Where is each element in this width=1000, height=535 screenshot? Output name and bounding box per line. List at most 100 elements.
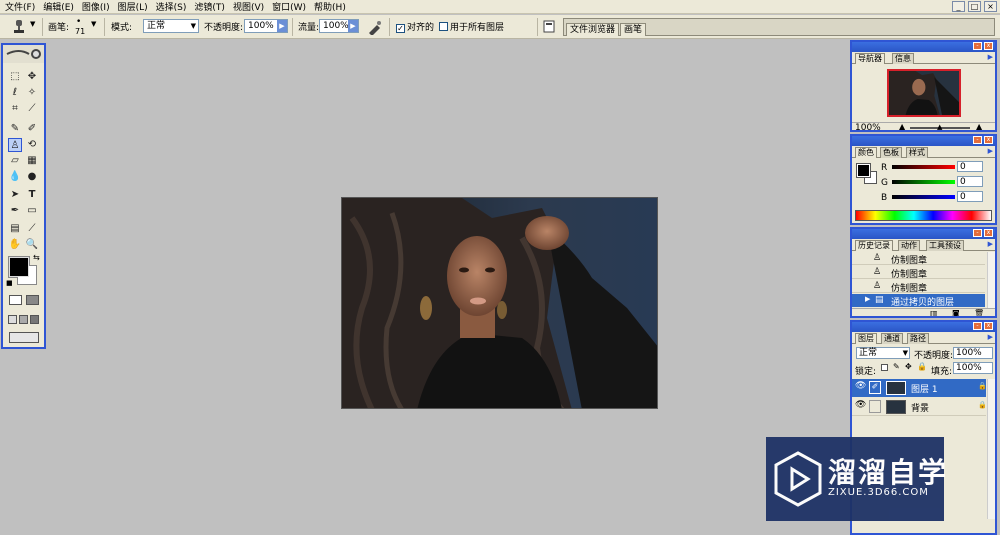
tab-tool-presets[interactable]: 工具预设 [926,240,964,251]
layer-row-selected[interactable]: 👁 ✐ 图层 1 🔒 [852,379,987,397]
panel-minimize-icon[interactable]: - [973,136,982,144]
clone-stamp-tool-icon[interactable]: ♙ [8,138,22,152]
quick-mask-mode-icon[interactable] [26,295,39,305]
r-input[interactable]: 0 [957,161,983,172]
type-tool-icon[interactable]: T [25,188,39,202]
eyedropper-tool-icon[interactable]: ⟋ [25,222,39,236]
menu-select[interactable]: 选择(S) [156,0,187,13]
magic-wand-tool-icon[interactable]: ✧ [25,86,39,100]
shape-tool-icon[interactable]: ▭ [25,204,39,218]
mode-select[interactable]: 正常 ▼ [143,19,199,33]
hand-tool-icon[interactable]: ✋ [8,238,22,252]
layer-opacity-input[interactable]: 100% [953,347,993,359]
slice-tool-icon[interactable]: ⟋ [25,102,39,116]
brush-tool-icon[interactable]: ✐ [25,122,39,136]
history-item[interactable]: ♙ 仿制图章 [852,266,985,280]
navigator-titlebar[interactable]: -x [852,42,995,52]
panel-menu-icon[interactable]: ▶ [988,147,993,155]
marquee-tool-icon[interactable]: ⬚ [8,70,22,84]
menu-view[interactable]: 视图(V) [233,0,264,13]
color-fg-swatch[interactable] [856,163,871,178]
tab-swatches[interactable]: 色板 [880,147,902,158]
brush-dropdown-icon[interactable]: ▼ [91,20,96,28]
close-button[interactable]: × [984,1,997,12]
history-titlebar[interactable]: -x [852,229,995,239]
color-spectrum-bar[interactable] [855,210,992,221]
minimize-button[interactable]: _ [952,1,965,12]
b-input[interactable]: 0 [957,191,983,202]
all-layers-checkbox[interactable]: 用于所有图层 [439,20,504,33]
panel-menu-icon[interactable]: ▶ [988,333,993,341]
lasso-tool-icon[interactable]: ℓ [8,86,22,100]
layers-scrollbar[interactable] [987,379,995,519]
swap-colors-icon[interactable]: ⇆ [33,253,40,262]
b-slider[interactable] [892,195,955,199]
maximize-button[interactable]: □ [968,1,981,12]
move-tool-icon[interactable]: ✥ [25,70,39,84]
foreground-color-chip[interactable] [9,257,29,277]
tab-history[interactable]: 历史记录 [855,240,893,251]
menu-edit[interactable]: 编辑(E) [43,0,74,13]
aligned-checkbox[interactable]: ✓ 对齐的 [396,20,434,33]
eye-icon[interactable]: 👁 [855,381,866,391]
zoom-tool-icon[interactable]: 🔍 [25,238,39,252]
pen-tool-icon[interactable]: ✒ [8,204,22,218]
g-slider[interactable] [892,180,955,184]
menu-layer[interactable]: 图层(L) [118,0,148,13]
lock-all-icon[interactable]: 🔒 [917,362,927,371]
g-input[interactable]: 0 [957,176,983,187]
tab-info[interactable]: 信息 [892,53,914,64]
color-titlebar[interactable]: -x [852,136,995,146]
zoom-slider-thumb-icon[interactable]: ▲ [937,123,942,130]
menu-file[interactable]: 文件(F) [5,0,35,13]
blur-tool-icon[interactable]: 💧 [8,170,22,184]
panel-close-icon[interactable]: x [984,229,993,237]
lock-paint-icon[interactable]: ✎ [893,362,900,371]
tab-paths[interactable]: 路径 [907,333,929,344]
flow-slider-icon[interactable]: ▶ [348,20,358,32]
panel-close-icon[interactable]: x [984,136,993,144]
opacity-input[interactable]: 100% ▶ [244,19,288,33]
fill-input[interactable]: 100% [953,362,993,374]
default-colors-icon[interactable]: ■ [6,279,13,287]
notes-tool-icon[interactable]: ▤ [8,222,22,236]
history-item[interactable]: ♙ 仿制图章 [852,280,985,294]
panel-close-icon[interactable]: x [984,322,993,330]
tab-layers[interactable]: 图层 [855,333,877,344]
tab-navigator[interactable]: 导航器 [855,53,885,64]
standard-mode-icon[interactable] [9,295,22,305]
menu-image[interactable]: 图像(I) [82,0,110,13]
jump-to-imageready-icon[interactable] [9,332,39,343]
history-scrollbar[interactable] [987,252,995,308]
dodge-tool-icon[interactable]: ● [25,170,39,184]
airbrush-icon[interactable] [367,19,383,35]
panel-minimize-icon[interactable]: - [973,322,982,330]
crop-tool-icon[interactable]: ⌗ [8,102,22,116]
eye-icon[interactable]: 👁 [855,400,866,410]
tab-actions[interactable]: 动作 [898,240,920,251]
gradient-tool-icon[interactable]: ▦ [25,154,39,168]
screen-mode-full-icon[interactable] [30,315,39,324]
history-item-selected[interactable]: ▶ ▤ 通过拷贝的图层 [852,294,985,308]
tab-styles[interactable]: 样式 [906,147,928,158]
opacity-slider-icon[interactable]: ▶ [277,20,287,32]
brush-preview-icon[interactable]: • [76,17,81,27]
layer-link-box[interactable] [869,400,881,413]
trash-icon[interactable]: 🗑 [974,309,984,316]
menu-filter[interactable]: 滤镜(T) [194,0,225,13]
lock-move-icon[interactable]: ✥ [905,362,912,371]
tab-brushes[interactable]: 画笔 [620,23,647,36]
navigator-zoom-value[interactable]: 100% [855,123,881,130]
healing-brush-tool-icon[interactable]: ✎ [8,122,22,136]
palette-well-icon[interactable] [543,20,555,33]
screen-mode-standard-icon[interactable] [8,315,17,324]
history-brush-tool-icon[interactable]: ⟲ [25,138,39,152]
zoom-in-icon[interactable]: ▲ [976,122,982,130]
tab-file-browser[interactable]: 文件浏览器 [566,23,620,36]
tab-channels[interactable]: 通道 [881,333,903,344]
clone-stamp-tool-icon[interactable] [12,19,26,35]
r-slider[interactable] [892,165,955,169]
blend-mode-select[interactable]: 正常 ▼ [856,347,910,359]
brush-link-icon[interactable]: ✐ [869,381,881,394]
navigator-thumbnail[interactable] [887,69,961,117]
